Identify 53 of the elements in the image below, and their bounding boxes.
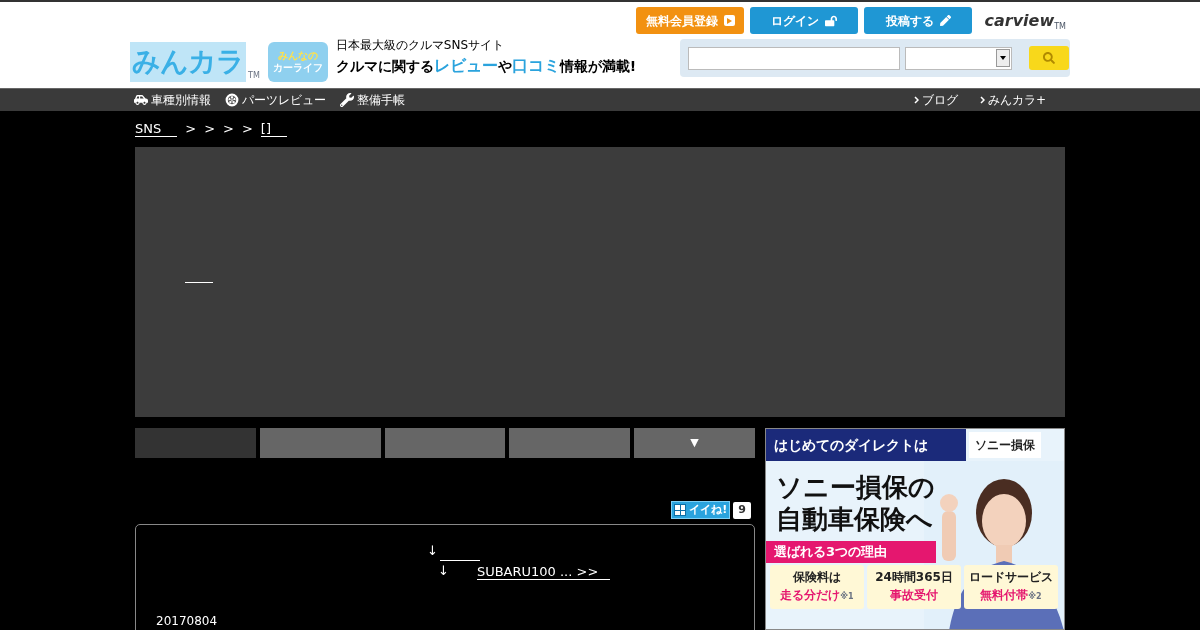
post-link[interactable]: SUBARU100 ... >> [476,564,611,580]
tab[interactable]: ▼ [634,428,755,458]
arrow-glyph: ↓ [427,542,438,560]
partner-trademark: TM [1054,21,1066,33]
tab[interactable] [135,428,256,458]
nav-link[interactable]: 車種別情報 [134,91,211,109]
chevron-icon [979,96,985,104]
play-icon [724,15,735,26]
breadcrumb-link[interactable]: [] [260,121,287,137]
tab[interactable] [384,428,506,458]
ad-brand-logo: ソニー損保 [969,432,1041,458]
wheel-icon [225,93,239,107]
nav-link[interactable]: ブログ [913,91,958,109]
empty-link[interactable] [185,281,213,283]
ad-lead: はじめてのダイレクトは [766,429,966,461]
site-slogan: クルマに関する レビューや口コミ 情報が満載! [335,55,637,77]
ad-headline: 自動車保険へ [776,503,934,535]
breadcrumb-separator: > [241,120,253,139]
ad-feature-title: ロードサービス [969,568,1053,586]
tab[interactable] [509,428,631,458]
ad-feature-text: 無料付帯※2 [980,586,1042,604]
ad-banner[interactable]: はじめてのダイレクトは ソニー損保 ソニー損保の 自動車保険へ 選ばれる3つの理由 保険料は 走る分だけ※1 24時間365日 事故受付 ロードサービス 無料付帯※2 [765,428,1065,630]
breadcrumb-separator: > [185,120,197,139]
breadcrumb-separator: > [223,120,234,139]
nav-link[interactable]: パーツレビュー [225,91,326,109]
grid-icon [674,504,687,516]
ad-feature-title: 保険料は [793,568,841,586]
nav-link[interactable]: みんカラ+ [979,91,1046,109]
ad-feature-title: 24時間365日 [875,568,953,586]
tab[interactable] [259,428,381,458]
chevron-icon [913,96,919,104]
nav-link[interactable]: 整備手帳 [340,91,405,109]
site-tagline: 日本最大級のクルマSNSサイト [335,37,505,54]
breadcrumb-separator: > [204,120,216,139]
partner-logo[interactable]: carview [984,8,1055,33]
search-icon [1043,52,1055,64]
category-select[interactable] [905,46,1012,70]
car-icon [134,93,148,107]
breadcrumb-link[interactable]: SNS [135,121,178,137]
wrench-icon [340,93,354,107]
ad-feature-text: 事故受付 [890,586,938,604]
ad-tag: 選ばれる3つの理由 [766,541,936,563]
trademark-mark: TM [248,70,260,82]
ad-feature-text: 走る分だけ※1 [780,586,854,604]
unlock-icon [825,14,838,27]
ad-headline: ソニー損保の [776,471,936,503]
like-count: 9 [733,501,751,519]
car-badge: みんなの カーライフ [267,42,328,82]
post-date: 20170804 [156,613,219,630]
arrow-glyph: ↓ [438,561,449,580]
search-field[interactable] [688,46,900,70]
search-button[interactable] [1029,46,1069,70]
pen-icon [940,15,951,26]
